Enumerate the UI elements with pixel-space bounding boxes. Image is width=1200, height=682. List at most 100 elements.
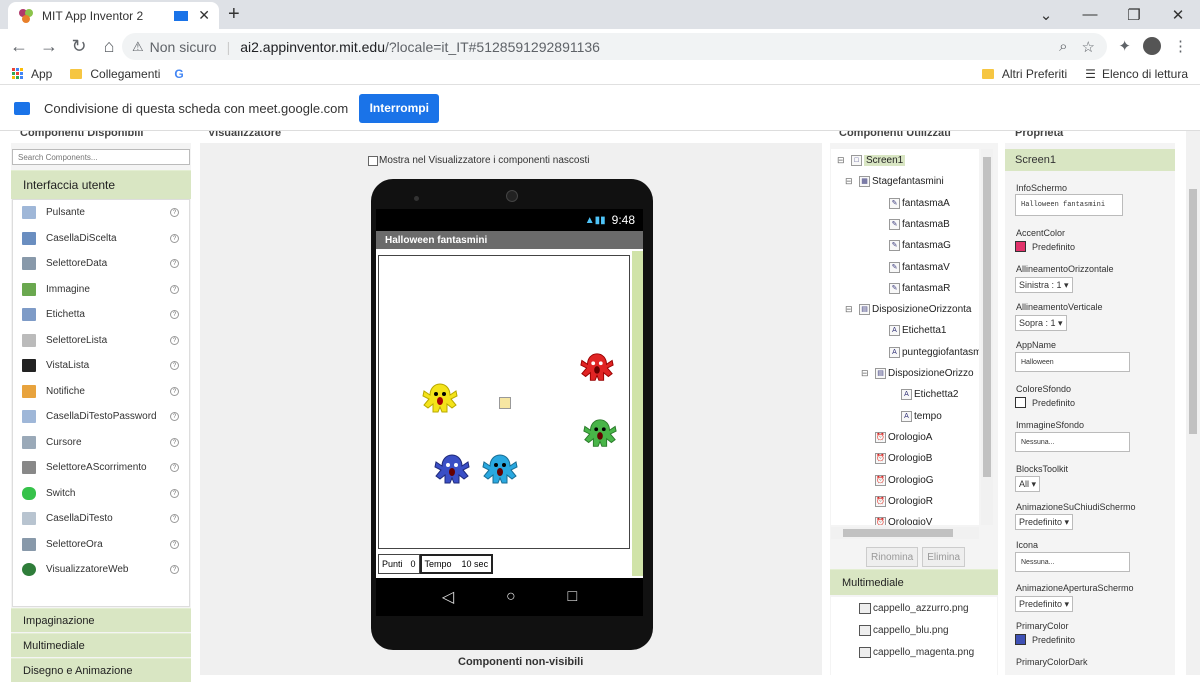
- google-bookmark[interactable]: G: [174, 67, 183, 81]
- appname-input[interactable]: Halloween: [1015, 352, 1130, 372]
- new-tab-button[interactable]: +: [228, 3, 240, 26]
- tab-search-icon[interactable]: ⌄: [1024, 6, 1068, 24]
- tree-node[interactable]: A Etichetta2: [887, 389, 958, 401]
- tree-node[interactable]: ⏰ OrologioB: [861, 453, 932, 465]
- search-components-input[interactable]: [12, 149, 190, 165]
- tree-node[interactable]: ✎ fantasmaA: [875, 197, 950, 209]
- valign-select[interactable]: Sopra : 1 ▾: [1015, 315, 1067, 331]
- media-item[interactable]: cappello_magenta.png: [831, 641, 997, 663]
- help-icon[interactable]: ?: [170, 208, 179, 218]
- tree-node[interactable]: Apunteggiofantasmi: [875, 346, 979, 358]
- primary-color-picker[interactable]: Predefinito: [1015, 634, 1075, 645]
- media-item[interactable]: cappello_blu.png: [831, 619, 997, 641]
- help-icon[interactable]: ?: [170, 437, 179, 447]
- tree-horizontal-scrollbar[interactable]: [831, 527, 979, 539]
- expand-toggle-icon[interactable]: ⊟: [861, 368, 875, 379]
- reading-list-bookmark[interactable]: ☰ Elenco di lettura: [1085, 67, 1188, 81]
- page-vertical-scrollbar[interactable]: [1186, 131, 1200, 675]
- tree-node[interactable]: ✎ fantasmaR: [875, 282, 950, 294]
- closeanim-select[interactable]: Predefinito ▾: [1015, 514, 1074, 530]
- media-item[interactable]: cappello_azzurro.png: [831, 597, 997, 619]
- palette-item[interactable]: Notifiche?: [13, 379, 189, 405]
- expand-toggle-icon[interactable]: ⊟: [845, 304, 859, 315]
- url-field[interactable]: ⚠ Non sicuro | ai2.appinventor.mit.edu /…: [122, 33, 1107, 60]
- home-icon[interactable]: ⌂: [94, 36, 124, 57]
- palette-item[interactable]: Immagine?: [13, 277, 189, 303]
- stage-canvas[interactable]: [378, 255, 630, 549]
- fantasmaG-sprite[interactable]: [421, 380, 459, 418]
- rename-button[interactable]: Rinomina: [866, 547, 919, 567]
- bgimage-input[interactable]: Nessuna...: [1015, 432, 1130, 452]
- halign-select[interactable]: Sinistra : 1 ▾: [1015, 277, 1073, 293]
- palette-item[interactable]: VisualizzatoreWeb?: [13, 557, 189, 583]
- help-icon[interactable]: ?: [170, 361, 179, 371]
- help-icon[interactable]: ?: [170, 335, 179, 345]
- close-window-icon[interactable]: ✕: [1156, 6, 1200, 24]
- fantasmaV-sprite[interactable]: [582, 415, 618, 453]
- points-cell[interactable]: Punti 0: [378, 554, 420, 574]
- tree-node[interactable]: ✎ fantasmaB: [875, 218, 950, 230]
- back-icon[interactable]: ←: [4, 36, 34, 57]
- tree-node[interactable]: ✎ fantasmaV: [875, 261, 950, 273]
- palette-item[interactable]: SelettoreOra?: [13, 532, 189, 558]
- fantasmaR-sprite[interactable]: [579, 349, 615, 387]
- layout-section-header[interactable]: Impaginazione: [11, 608, 191, 632]
- delete-button[interactable]: Elimina: [922, 547, 966, 567]
- help-icon[interactable]: ?: [170, 488, 179, 498]
- time-cell[interactable]: Tempo 10 sec: [419, 554, 494, 574]
- extensions-icon[interactable]: ✦: [1118, 37, 1131, 55]
- media-section-header[interactable]: Multimediale: [11, 633, 191, 657]
- bookmark-star-icon[interactable]: ☆: [1082, 38, 1095, 56]
- palette-item[interactable]: CasellaDiScelta?: [13, 226, 189, 252]
- tree-node[interactable]: Atempo: [887, 410, 942, 422]
- apps-bookmark[interactable]: App: [12, 67, 52, 81]
- profile-avatar[interactable]: [1143, 37, 1161, 55]
- tree-node[interactable]: ⏰ OrologioR: [861, 495, 933, 507]
- browser-tab[interactable]: MIT App Inventor 2 ✕: [8, 2, 219, 29]
- icon-input[interactable]: Nessuna...: [1015, 552, 1130, 572]
- help-icon[interactable]: ?: [170, 284, 179, 294]
- help-icon[interactable]: ?: [170, 412, 179, 422]
- help-icon[interactable]: ?: [170, 386, 179, 396]
- accent-color-picker[interactable]: Predefinito: [1015, 241, 1075, 252]
- help-icon[interactable]: ?: [170, 259, 179, 269]
- tree-node[interactable]: ⊟ □ Screen1: [837, 155, 906, 166]
- palette-item[interactable]: Switch?: [13, 481, 189, 507]
- forward-icon[interactable]: →: [34, 36, 64, 57]
- help-icon[interactable]: ?: [170, 565, 179, 575]
- user-interface-section-header[interactable]: Interfaccia utente: [11, 170, 191, 199]
- help-icon[interactable]: ?: [170, 463, 179, 473]
- expand-toggle-icon[interactable]: ⊟: [837, 155, 851, 166]
- tree-node[interactable]: ⊟ ▤ DisposizioneOrizzo: [861, 368, 974, 379]
- drawing-section-header[interactable]: Disegno e Animazione: [11, 658, 191, 682]
- palette-item[interactable]: VistaLista?: [13, 353, 189, 379]
- show-hidden-checkbox[interactable]: Mostra nel Visualizzatore i componenti n…: [368, 155, 589, 166]
- tree-node[interactable]: ⊟ ▤ DisposizioneOrizzonta: [845, 304, 972, 316]
- palette-item[interactable]: CasellaDiTestoPassword?: [13, 404, 189, 430]
- help-icon[interactable]: ?: [170, 310, 179, 320]
- tree-node[interactable]: A Etichetta1: [875, 325, 946, 337]
- reload-icon[interactable]: ↻: [64, 36, 94, 57]
- minimize-icon[interactable]: —: [1068, 6, 1112, 23]
- tree-vertical-scrollbar[interactable]: [981, 149, 993, 525]
- help-icon[interactable]: ?: [170, 539, 179, 549]
- palette-item[interactable]: Pulsante?: [13, 200, 189, 226]
- menu-icon[interactable]: ⋮: [1173, 37, 1188, 55]
- palette-item[interactable]: Etichetta?: [13, 302, 189, 328]
- tree-node[interactable]: ⏰ OrologioV: [861, 517, 932, 525]
- help-icon[interactable]: ?: [170, 514, 179, 524]
- checkbox-box[interactable]: [368, 155, 378, 166]
- fantasmaA-sprite[interactable]: [481, 451, 519, 489]
- palette-item[interactable]: SelettoreAScorrimento?: [13, 455, 189, 481]
- palette-item[interactable]: SelettoreData?: [13, 251, 189, 277]
- blocks-select[interactable]: All ▾: [1015, 476, 1041, 492]
- help-icon[interactable]: ?: [170, 233, 179, 243]
- palette-item[interactable]: Cursore?: [13, 430, 189, 456]
- tree-node[interactable]: ✎ fantasmaG: [875, 240, 951, 252]
- altri-preferiti-bookmark[interactable]: Altri Preferiti: [981, 67, 1067, 81]
- restore-icon[interactable]: ❐: [1112, 6, 1156, 24]
- collegamenti-bookmark[interactable]: Collegamenti: [70, 67, 160, 81]
- bgcolor-picker[interactable]: Predefinito: [1015, 397, 1075, 408]
- stop-sharing-button[interactable]: Interrompi: [359, 93, 440, 123]
- tree-node[interactable]: ⏰ OrologioG: [861, 474, 934, 486]
